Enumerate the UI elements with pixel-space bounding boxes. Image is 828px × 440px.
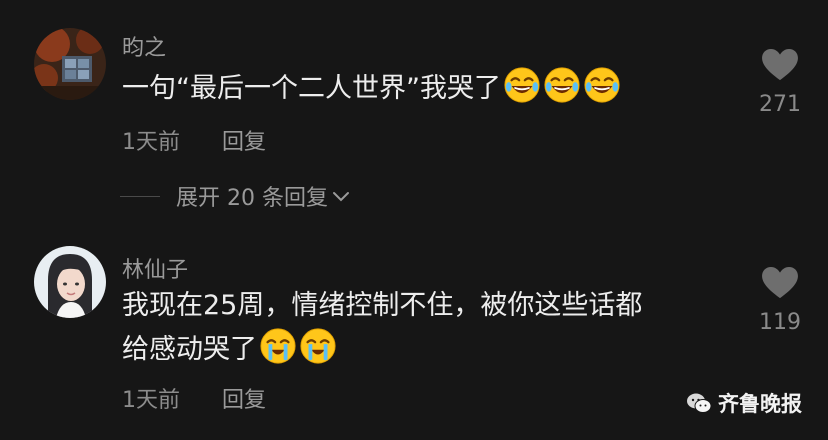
watermark-text: 齐鲁晚报 (718, 392, 802, 416)
watermark: 齐鲁晚报 (686, 388, 802, 418)
comment-text-content: 给感动哭了 (122, 334, 257, 365)
like-count: 271 (759, 92, 801, 117)
like-button[interactable]: 119 (750, 266, 810, 335)
expand-replies-label: 展开 20 条回复 (176, 186, 328, 211)
comment-text: 我现在25周，情绪控制不住，被你这些话都 给感动哭了 (122, 284, 642, 371)
reply-button[interactable]: 回复 (222, 382, 266, 414)
chevron-down-icon (332, 192, 349, 202)
crying-emoji (259, 327, 297, 365)
avatar-image (34, 28, 106, 100)
crying-emoji (299, 327, 337, 365)
username[interactable]: 林仙子 (122, 252, 188, 284)
username[interactable]: 昀之 (122, 30, 166, 62)
comment-text: 一句“最后一个二人世界”我哭了 (122, 66, 621, 110)
comment-text-content: 一句“最后一个二人世界”我哭了 (122, 73, 501, 104)
comment-time: 1天前 (122, 388, 180, 413)
avatar-image (34, 246, 106, 318)
avatar[interactable] (34, 28, 106, 100)
rofl-emoji (503, 66, 541, 104)
comment-text-line: 给感动哭了 (122, 327, 642, 371)
like-count: 119 (759, 310, 801, 335)
expand-replies-button[interactable]: 展开 20 条回复 (120, 180, 350, 212)
comment-text-line: 我现在25周，情绪控制不住，被你这些话都 (122, 290, 643, 321)
avatar[interactable] (34, 246, 106, 318)
reply-button[interactable]: 回复 (222, 124, 266, 156)
wechat-icon (687, 393, 712, 413)
heart-icon (762, 266, 798, 299)
comment-time: 1天前 (122, 130, 180, 155)
rofl-emoji (583, 66, 621, 104)
like-button[interactable]: 271 (750, 48, 810, 117)
divider-line (120, 195, 160, 197)
rofl-emoji (543, 66, 581, 104)
heart-icon (762, 48, 798, 81)
